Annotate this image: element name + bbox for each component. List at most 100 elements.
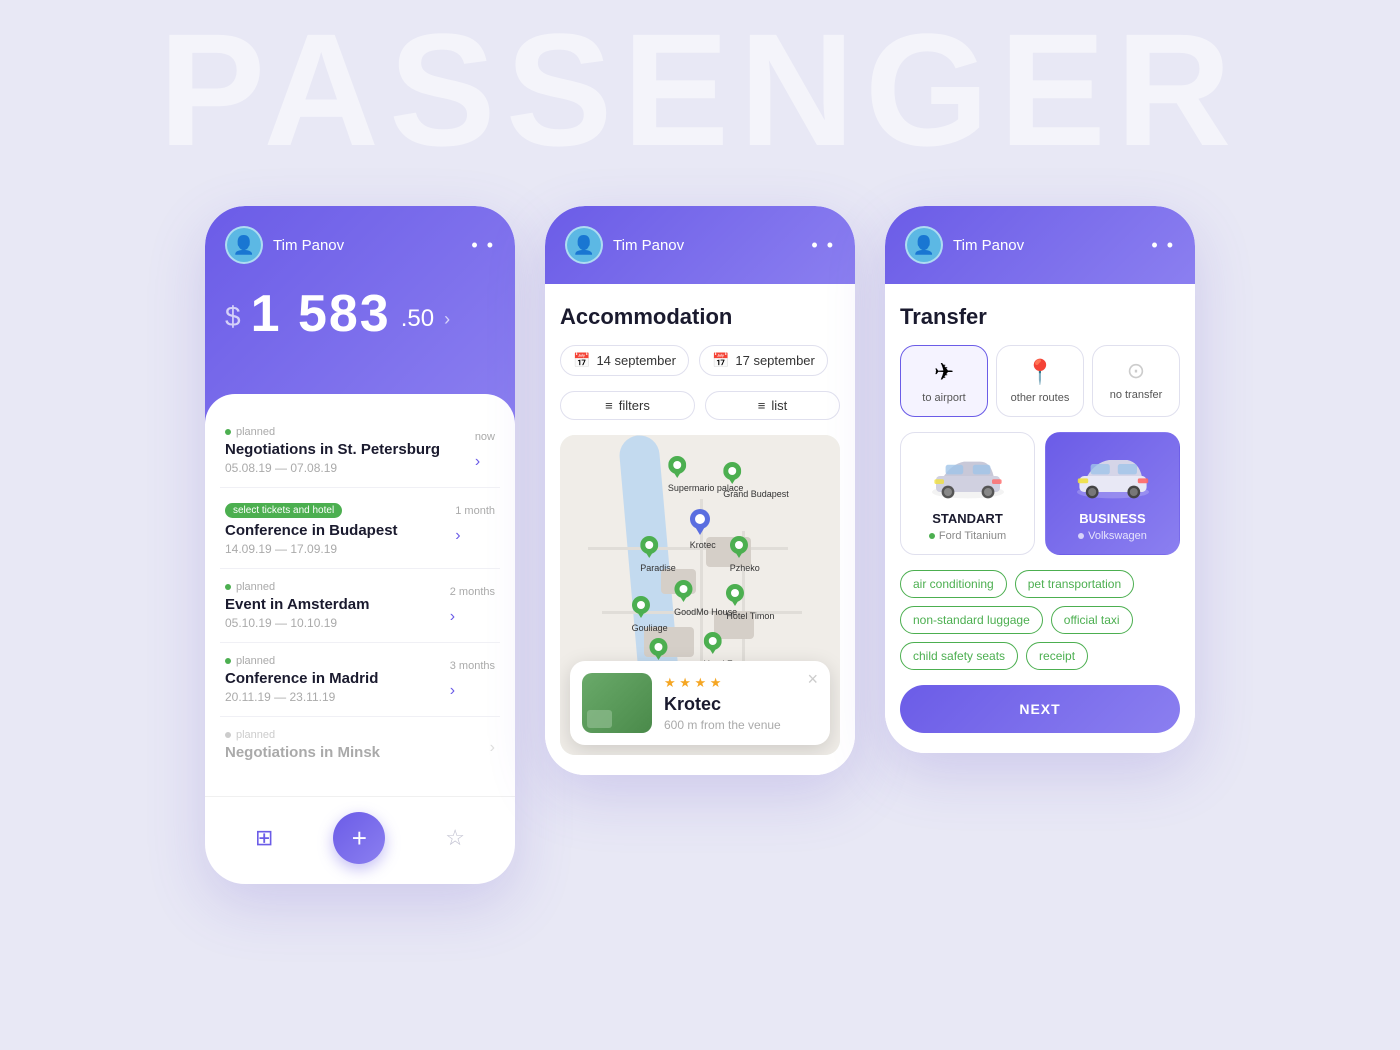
hotel-image <box>582 673 652 733</box>
event-time: 1 month <box>455 505 495 517</box>
event-status-label: planned <box>236 729 275 741</box>
event-title: Negotiations in St. Petersburg <box>225 441 475 458</box>
star-icon[interactable]: ☆ <box>445 825 465 851</box>
event-title: Negotiations in Minsk <box>225 744 490 761</box>
list-label: list <box>771 398 787 413</box>
event-item[interactable]: planned Negotiations in St. Petersburg 0… <box>220 414 500 488</box>
amenity-air-conditioning[interactable]: air conditioning <box>900 570 1007 598</box>
list-button[interactable]: ≡ list <box>705 391 840 420</box>
next-button[interactable]: NEXT <box>900 685 1180 733</box>
airplane-icon: ✈ <box>909 358 979 387</box>
phone1-body: planned Negotiations in St. Petersburg 0… <box>205 394 515 796</box>
balance-arrow-icon[interactable]: › <box>444 309 450 330</box>
date-to-pill[interactable]: 📅 17 september <box>699 345 828 376</box>
phone-2: 👤 Tim Panov • • Accommodation 📅 14 septe… <box>545 206 855 775</box>
event-status-label: planned <box>236 655 275 667</box>
transfer-options: ✈ to airport 📍 other routes ⊙ no transfe… <box>900 345 1180 417</box>
event-time: 3 months <box>450 660 495 672</box>
balance-cents: .50 <box>401 305 434 333</box>
circle-icon: ⊙ <box>1101 358 1171 384</box>
map-pin-green: Hotel Timon <box>726 584 774 621</box>
map-pin-green: Gouliage <box>632 596 668 633</box>
event-arrow-icon: › <box>475 453 495 471</box>
hotel-stars: ★ ★ ★ ★ <box>664 675 818 691</box>
menu-dots[interactable]: • • <box>811 235 835 256</box>
car-dot-icon <box>1078 533 1084 539</box>
car-name: STANDART <box>911 511 1024 526</box>
user-name: Tim Panov <box>273 237 471 254</box>
status-dot-gray <box>225 732 231 738</box>
phone1-header: 👤 Tim Panov • • $ 1 583 .50 › <box>205 206 515 424</box>
status-dot-green <box>225 429 231 435</box>
event-title: Event in Amsterdam <box>225 596 450 613</box>
event-item[interactable]: planned Negotiations in Minsk › <box>220 717 500 776</box>
map-background: Supermario palace Grand Budapest Krotec … <box>560 435 840 755</box>
map-pin-blue: Krotec <box>690 509 716 550</box>
list-icon: ≡ <box>758 398 766 413</box>
amenity-official-taxi[interactable]: official taxi <box>1051 606 1133 634</box>
map-label: Krotec <box>690 540 716 550</box>
bottom-nav: ⊞ + ☆ <box>205 796 515 884</box>
hotel-name: Krotec <box>664 694 818 715</box>
event-arrow-icon: › <box>455 527 495 545</box>
transfer-option-none[interactable]: ⊙ no transfer <box>1092 345 1180 417</box>
event-time: now <box>475 431 495 443</box>
map-label: Pzheko <box>730 563 760 573</box>
hotel-distance: 600 m from the venue <box>664 718 818 732</box>
event-dates: 20.11.19 — 23.11.19 <box>225 690 450 704</box>
close-icon[interactable]: × <box>807 669 818 690</box>
calendar-icon: 📅 <box>573 352 590 369</box>
event-item[interactable]: select tickets and hotel Conference in B… <box>220 488 500 569</box>
accommodation-title: Accommodation <box>560 304 840 330</box>
transfer-option-label: no transfer <box>1101 389 1171 401</box>
date-pills: 📅 14 september 📅 17 september <box>560 345 840 376</box>
event-title: Conference in Budapest <box>225 522 455 539</box>
filters-button[interactable]: ≡ filters <box>560 391 695 420</box>
phones-container: 👤 Tim Panov • • $ 1 583 .50 › planned Ne… <box>205 206 1195 884</box>
date-from-pill[interactable]: 📅 14 september <box>560 345 689 376</box>
calendar-icon: 📅 <box>712 352 729 369</box>
filters-label: filters <box>619 398 650 413</box>
amenity-non-standard-luggage[interactable]: non-standard luggage <box>900 606 1043 634</box>
amenity-pet-transportation[interactable]: pet transportation <box>1015 570 1134 598</box>
phone-1: 👤 Tim Panov • • $ 1 583 .50 › planned Ne… <box>205 206 515 884</box>
car-card-standard[interactable]: STANDART Ford Titanium <box>900 432 1035 555</box>
menu-dots[interactable]: • • <box>471 235 495 256</box>
background-text: PASSENGER <box>0 0 1400 170</box>
menu-dots[interactable]: • • <box>1151 235 1175 256</box>
car-image-business <box>1073 448 1153 503</box>
transfer-option-routes[interactable]: 📍 other routes <box>996 345 1084 417</box>
event-arrow-icon: › <box>490 739 495 757</box>
phone-3: 👤 Tim Panov • • Transfer ✈ to airport 📍 … <box>885 206 1195 753</box>
transfer-option-airport[interactable]: ✈ to airport <box>900 345 988 417</box>
amenity-child-safety-seats[interactable]: child safety seats <box>900 642 1018 670</box>
filter-icon: ≡ <box>605 398 613 413</box>
event-item[interactable]: planned Conference in Madrid 20.11.19 — … <box>220 643 500 717</box>
amenity-receipt[interactable]: receipt <box>1026 642 1088 670</box>
event-arrow-icon: › <box>450 608 495 626</box>
user-name: Tim Panov <box>953 237 1151 254</box>
map-label: Hotel Timon <box>726 611 774 621</box>
hotel-card[interactable]: ★ ★ ★ ★ Krotec 600 m from the venue × <box>570 661 830 745</box>
event-status-label: planned <box>236 426 275 438</box>
car-model: Volkswagen <box>1088 530 1147 542</box>
car-name: BUSINESS <box>1056 511 1169 526</box>
event-badge: select tickets and hotel <box>225 503 342 518</box>
transfer-option-label: other routes <box>1005 392 1075 404</box>
phone3-body: Transfer ✈ to airport 📍 other routes ⊙ n… <box>885 284 1195 753</box>
car-card-business[interactable]: BUSINESS Volkswagen <box>1045 432 1180 555</box>
add-button[interactable]: + <box>333 812 385 864</box>
transfer-option-label: to airport <box>909 392 979 404</box>
transfer-title: Transfer <box>900 304 1180 330</box>
car-image-standard <box>928 448 1008 503</box>
map-label: Grand Budapest <box>723 489 789 499</box>
date-from-label: 14 september <box>596 353 676 368</box>
date-to-label: 17 september <box>735 353 815 368</box>
amenity-pills: air conditioning pet transportation non-… <box>900 570 1180 670</box>
car-dot-icon <box>929 533 935 539</box>
event-item[interactable]: planned Event in Amsterdam 05.10.19 — 10… <box>220 569 500 643</box>
status-dot-green <box>225 584 231 590</box>
event-arrow-icon: › <box>450 682 495 700</box>
car-options: STANDART Ford Titanium <box>900 432 1180 555</box>
grid-icon[interactable]: ⊞ <box>255 825 273 851</box>
